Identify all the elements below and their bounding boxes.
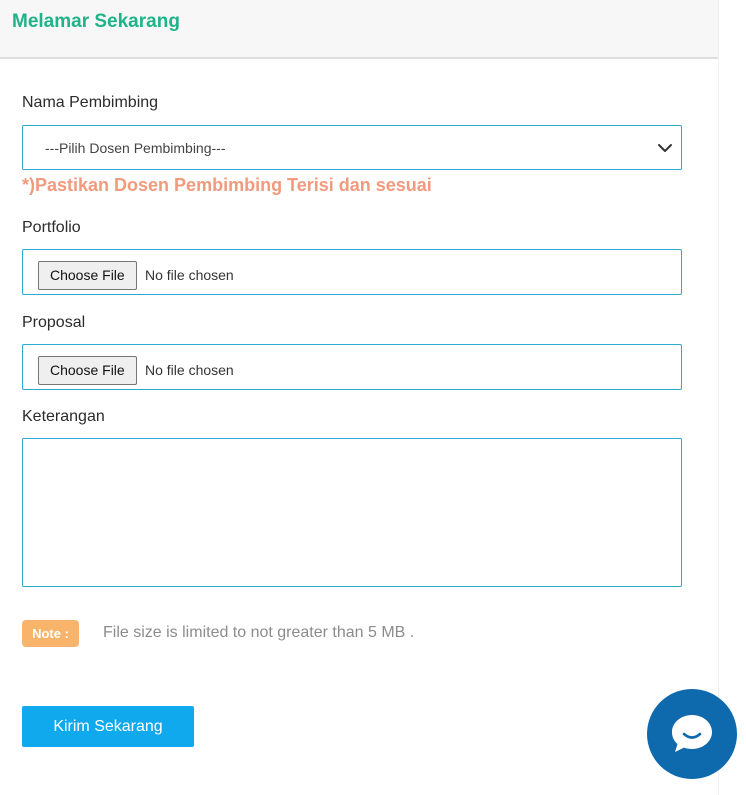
- chevron-down-icon: [658, 144, 672, 152]
- advisor-label: Nama Pembimbing: [22, 94, 159, 111]
- notes-textarea[interactable]: [22, 438, 682, 587]
- notes-label: Keterangan: [22, 408, 105, 425]
- proposal-label: Proposal: [22, 314, 86, 331]
- application-form-panel: Melamar Sekarang Nama Pembimbing ---Pili…: [0, 0, 719, 795]
- chat-bubble-icon: [672, 715, 712, 752]
- portfolio-choose-file-button[interactable]: Choose File: [38, 261, 137, 290]
- proposal-file-input: Choose File No file chosen: [22, 344, 682, 390]
- advisor-select-value: ---Pilih Dosen Pembimbing---: [45, 140, 226, 156]
- portfolio-file-status: No file chosen: [145, 267, 234, 283]
- chat-launcher-button[interactable]: [647, 689, 737, 779]
- form-header: Melamar Sekarang: [0, 0, 718, 59]
- submit-button[interactable]: Kirim Sekarang: [22, 706, 194, 747]
- proposal-choose-file-button[interactable]: Choose File: [38, 356, 137, 385]
- proposal-file-status: No file chosen: [145, 362, 234, 378]
- page-title: Melamar Sekarang: [12, 11, 180, 32]
- advisor-warning: *)Pastikan Dosen Pembimbing Terisi dan s…: [22, 175, 432, 195]
- advisor-select[interactable]: ---Pilih Dosen Pembimbing---: [22, 125, 682, 170]
- note-text: File size is limited to not greater than…: [103, 624, 415, 641]
- note-badge: Note :: [22, 620, 79, 647]
- portfolio-file-input: Choose File No file chosen: [22, 249, 682, 295]
- portfolio-label: Portfolio: [22, 219, 81, 236]
